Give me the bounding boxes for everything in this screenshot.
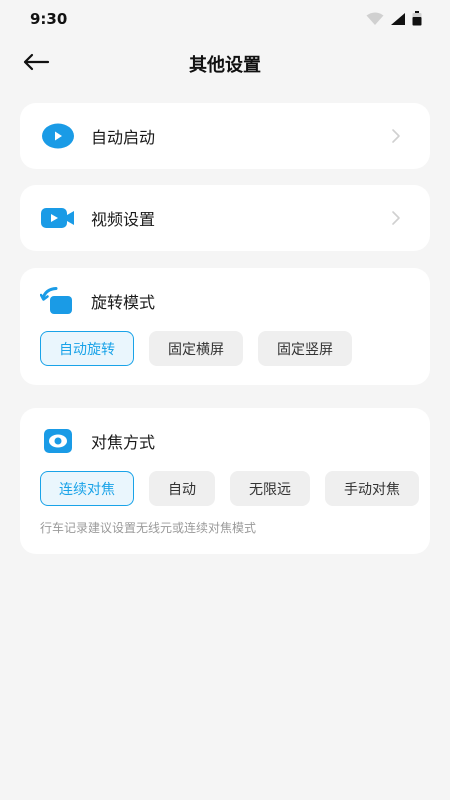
rotation-mode-row: 旋转模式 — [20, 268, 430, 334]
rotation-option-portrait[interactable]: 固定竖屏 — [258, 331, 352, 366]
focus-eye-icon — [40, 427, 76, 455]
focus-options: 连续对焦 自动 无限远 手动对焦 — [40, 471, 430, 506]
status-bar: 9:30 — [0, 0, 450, 38]
header: 其他设置 — [0, 42, 450, 82]
status-time: 9:30 — [30, 10, 68, 28]
focus-hint: 行车记录建议设置无线元或连续对焦模式 — [40, 521, 257, 535]
chevron-right-icon — [392, 211, 400, 225]
wifi-icon — [366, 12, 384, 25]
battery-icon — [412, 11, 422, 26]
status-icons — [366, 11, 422, 26]
video-settings-label: 视频设置 — [91, 210, 156, 229]
rotation-option-landscape[interactable]: 固定横屏 — [149, 331, 243, 366]
page-title: 其他设置 — [189, 55, 261, 76]
video-camera-icon — [40, 204, 76, 232]
video-settings-row[interactable]: 视频设置 — [20, 185, 430, 251]
focus-option-infinity[interactable]: 无限远 — [230, 471, 310, 506]
focus-option-auto[interactable]: 自动 — [149, 471, 215, 506]
play-circle-icon — [40, 122, 76, 150]
rotation-mode-card: 旋转模式 自动旋转 固定横屏 固定竖屏 — [20, 268, 430, 385]
focus-mode-row: 对焦方式 — [20, 408, 430, 474]
focus-option-continuous[interactable]: 连续对焦 — [40, 471, 134, 506]
rotation-option-auto[interactable]: 自动旋转 — [40, 331, 134, 366]
auto-start-label: 自动启动 — [91, 128, 156, 147]
rotation-options: 自动旋转 固定横屏 固定竖屏 — [40, 331, 430, 366]
auto-start-row[interactable]: 自动启动 — [20, 103, 430, 169]
auto-start-card[interactable]: 自动启动 — [20, 103, 430, 169]
focus-mode-label: 对焦方式 — [91, 433, 156, 452]
video-settings-card[interactable]: 视频设置 — [20, 185, 430, 251]
rotate-screen-icon — [40, 287, 76, 315]
signal-icon — [391, 12, 405, 25]
focus-option-manual[interactable]: 手动对焦 — [325, 471, 419, 506]
focus-mode-card: 对焦方式 连续对焦 自动 无限远 手动对焦 行车记录建议设置无线元或连续对焦模式 — [20, 408, 430, 554]
chevron-right-icon — [392, 129, 400, 143]
rotation-mode-label: 旋转模式 — [91, 293, 156, 312]
